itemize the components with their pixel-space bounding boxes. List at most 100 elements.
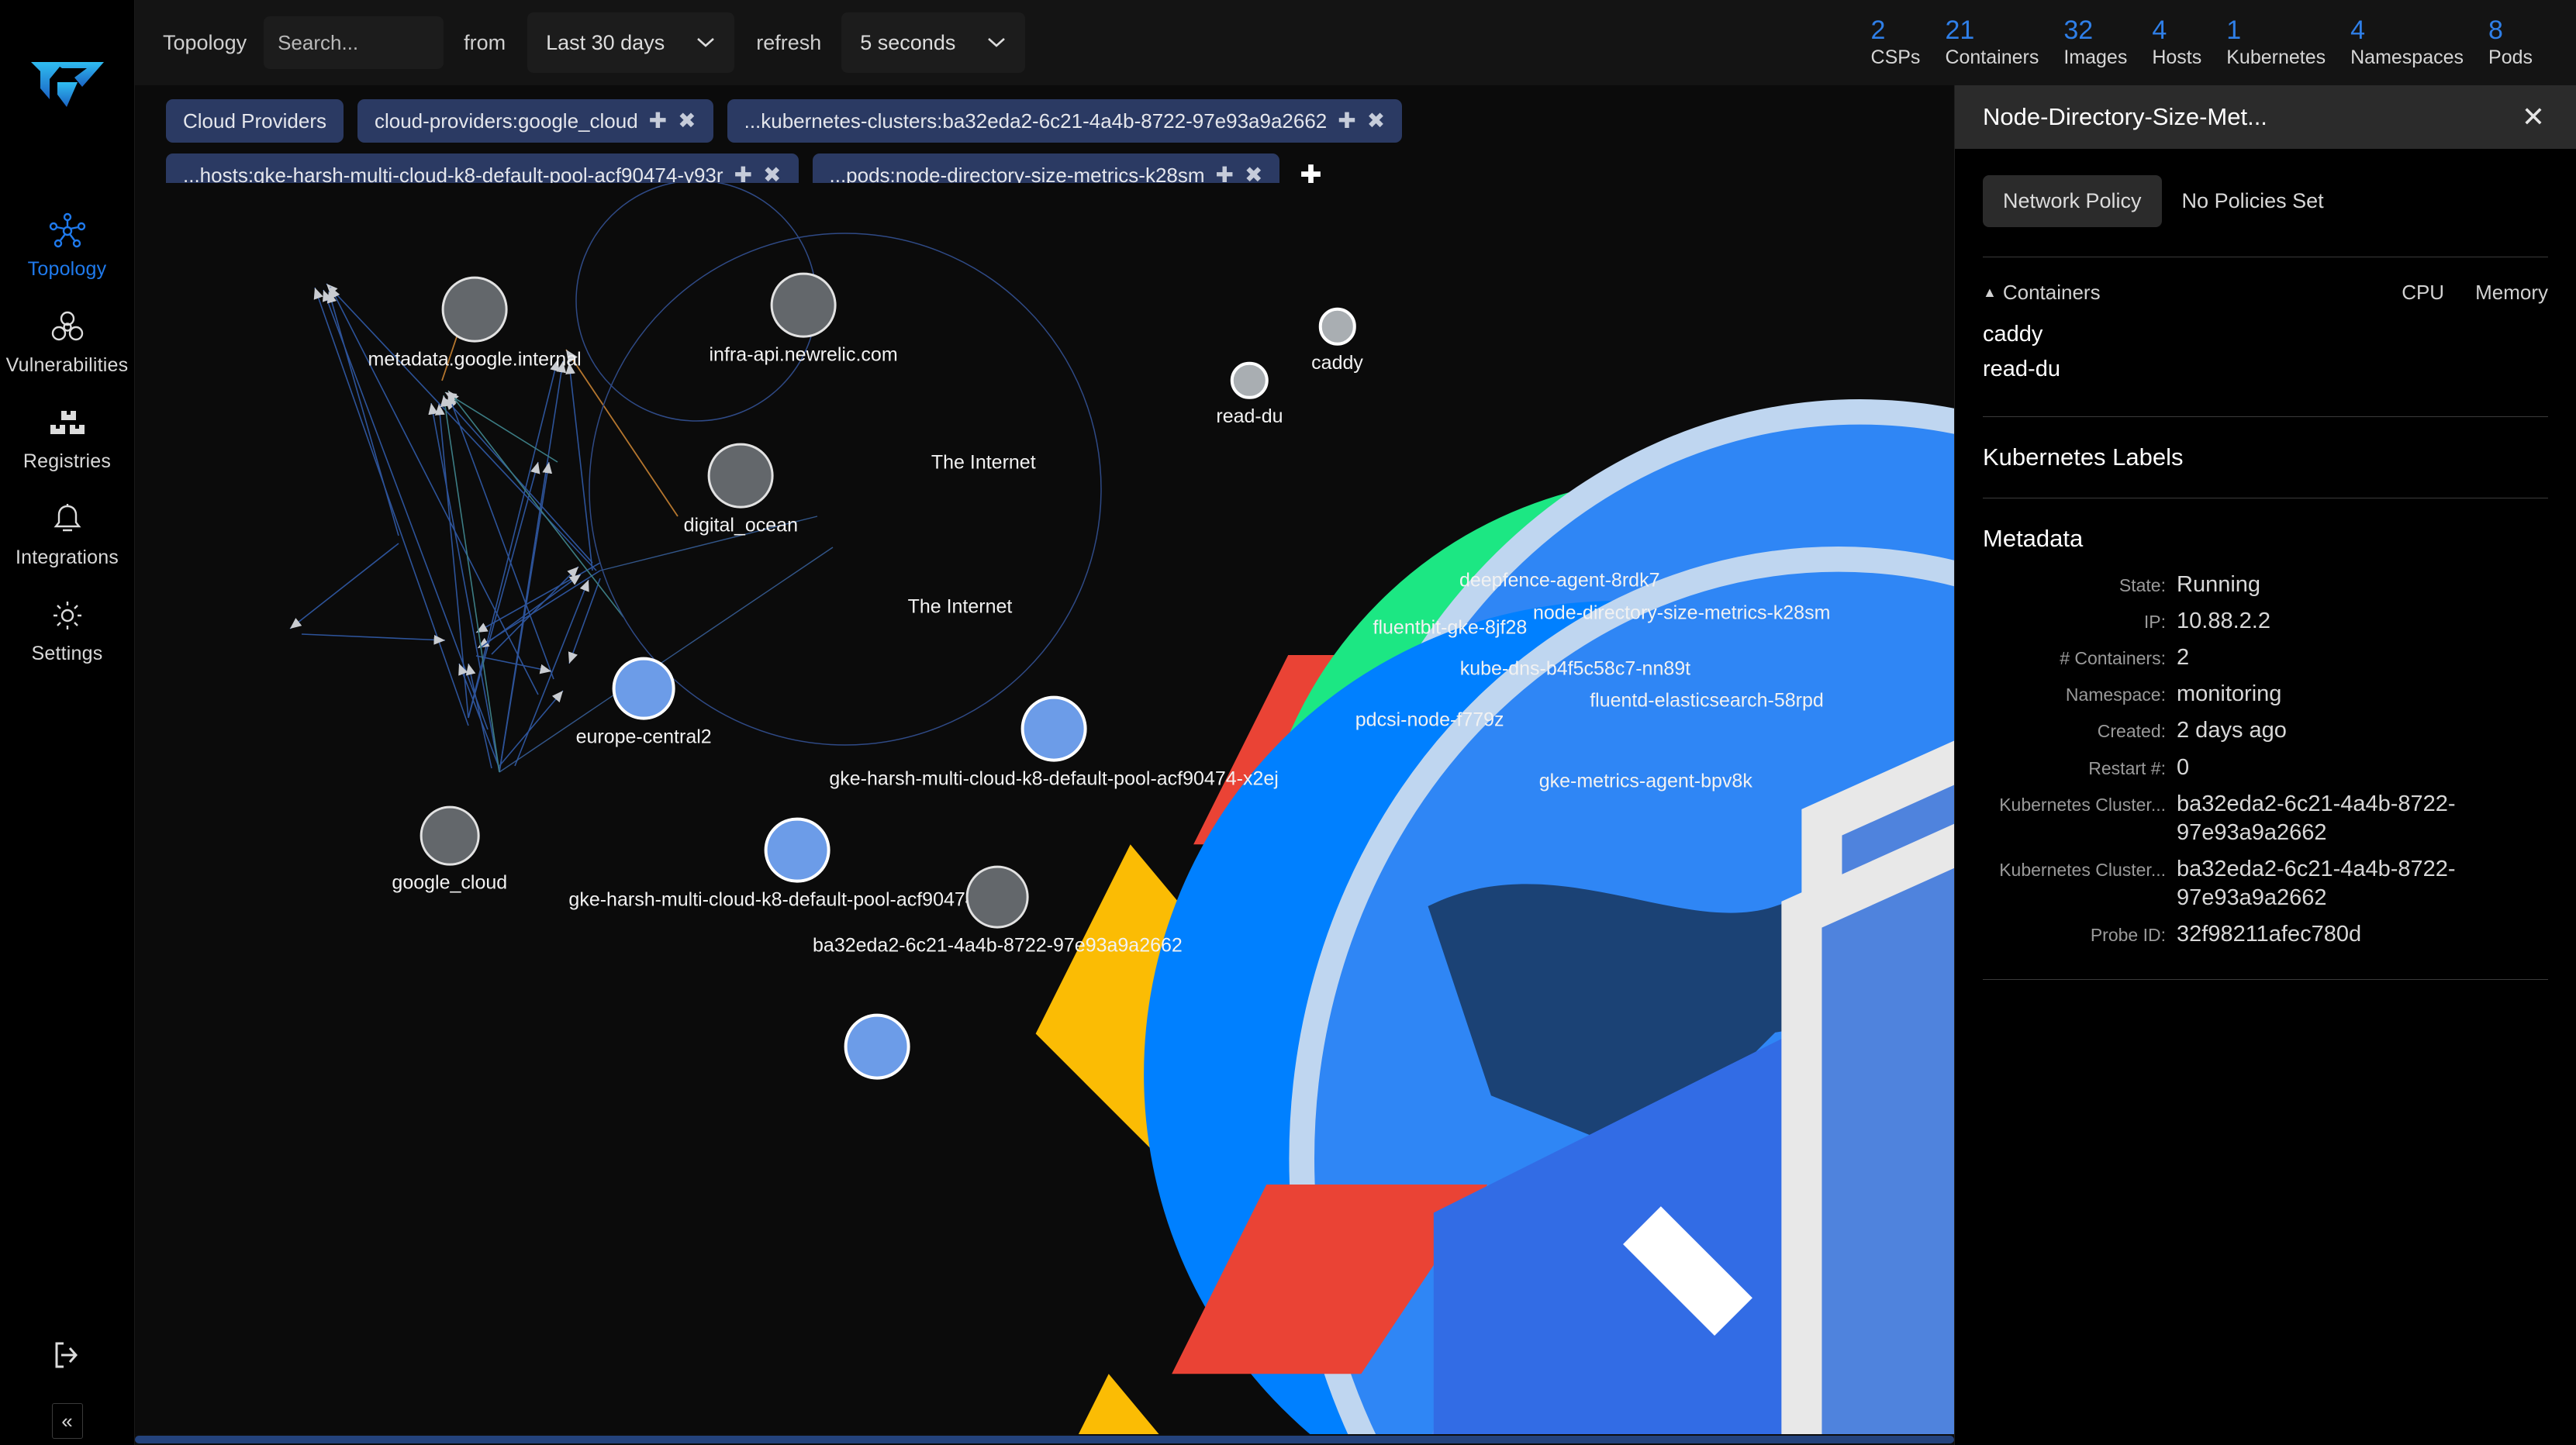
metadata-key: Kubernetes Cluster... (1983, 860, 2177, 881)
graph-node-internet-2[interactable]: The Internet (929, 527, 992, 590)
filter-chip[interactable]: ...kubernetes-clusters:ba32eda2-6c21-4a4… (727, 99, 1403, 143)
topology-graph[interactable]: metadata.google.internal NewRelic.infra-a… (135, 183, 1954, 1439)
node-circle (844, 1013, 910, 1079)
panel-tabs: Network Policy No Policies Set (1983, 175, 2548, 227)
from-label: from (464, 31, 506, 55)
graph-node-pod-gke-metrics[interactable]: podgke-metrics-agent-bpv8k (1613, 698, 1679, 764)
stat-pods[interactable]: 8Pods (2476, 17, 2545, 69)
filter-chip-label: ...kubernetes-clusters:ba32eda2-6c21-4a4… (744, 109, 1328, 133)
filter-chip-bar: Cloud Providers cloud-providers:google_cl… (135, 85, 1954, 197)
globe-icon (929, 527, 992, 590)
stat-label: Kubernetes (2226, 47, 2326, 69)
filter-chip[interactable]: Cloud Providers (166, 99, 344, 143)
metadata-value: monitoring (2177, 680, 2281, 709)
time-range-select[interactable]: Last 30 days (527, 12, 734, 73)
close-icon[interactable]: ✕ (2514, 100, 2553, 134)
tab-network-policy[interactable]: Network Policy (1983, 175, 2162, 227)
remove-filter-icon[interactable]: ✖ (1367, 110, 1385, 132)
graph-node-label: gke-metrics-agent-bpv8k (1539, 771, 1752, 793)
graph-node-label: ba32eda2-6c21-4a4b-8722-97e93a9a2662 (813, 935, 1183, 957)
expand-filter-icon[interactable]: ✚ (649, 110, 667, 132)
sidebar-item-registries[interactable]: Registries (0, 389, 134, 485)
metadata-row: Created:2 days ago (1983, 712, 2548, 749)
graph-node-label: The Internet (908, 596, 1013, 619)
graph-node-label: google_cloud (392, 871, 507, 894)
globe-icon (951, 380, 1017, 446)
graph-node-europe-central2[interactable]: europe-central2 (613, 657, 675, 720)
refresh-interval-select[interactable]: 5 seconds (841, 12, 1025, 73)
metadata-list: State:RunningIP:10.88.2.2# Containers:2N… (1983, 553, 2548, 953)
gear-icon (47, 595, 88, 636)
container-list-item[interactable]: caddy (1983, 317, 2548, 352)
graph-node-label: gke-harsh-multi-cloud-k8-default-pool-ac… (568, 889, 1025, 912)
filter-chip[interactable]: cloud-providers:google_cloud ✚ ✖ (357, 99, 713, 143)
expand-filter-icon[interactable]: ✚ (1338, 110, 1355, 132)
metadata-value: Running (2177, 571, 2260, 599)
stat-kubernetes[interactable]: 1 Kubernetes (2214, 17, 2338, 69)
bell-icon (47, 499, 88, 540)
remove-filter-icon[interactable]: ✖ (678, 110, 696, 132)
graph-node-caddy[interactable]: caddy (1318, 308, 1355, 345)
metadata-row: Probe ID:32f98211afec780d (1983, 916, 2548, 953)
metadata-row: Namespace:monitoring (1983, 676, 2548, 712)
stat-containers[interactable]: 21Containers (1932, 17, 2051, 69)
graph-node-k8s-cluster[interactable]: ba32eda2-6c21-4a4b-8722-97e93a9a2662 (966, 866, 1029, 929)
logout-icon[interactable] (50, 1337, 85, 1373)
google-cloud-icon (420, 805, 479, 865)
metadata-key: Created: (1983, 721, 2177, 742)
digitalocean-icon (708, 443, 774, 509)
metadata-value: 10.88.2.2 (2177, 607, 2270, 636)
graph-node-infra-api-newrelic[interactable]: NewRelic.infra-api.newrelic.com (771, 272, 837, 338)
chevron-down-icon (665, 33, 716, 53)
metadata-row: State:Running (1983, 567, 2548, 603)
graph-node-label: gke-harsh-multi-cloud-k8-default-pool-ac… (829, 768, 1278, 791)
tab-no-policies-set[interactable]: No Policies Set (2162, 175, 2344, 227)
graph-node-metadata-google-internal[interactable]: metadata.google.internal (442, 277, 508, 343)
metadata-value: 32f98211afec780d (2177, 920, 2361, 949)
caret-up-icon: ▲ (1983, 285, 1997, 301)
graph-node-pod-pdcsi[interactable]: podpdcsi-node-f779z (1397, 636, 1462, 702)
column-header-memory: Memory (2475, 281, 2548, 305)
stat-hosts[interactable]: 4Hosts (2139, 17, 2214, 69)
sidebar-item-integrations[interactable]: Integrations (0, 485, 134, 581)
graph-node-read-du[interactable]: read-du (1231, 361, 1268, 398)
deepfence-logo (26, 56, 109, 113)
graph-node-digital-ocean[interactable]: digital_ocean (708, 443, 774, 509)
panel-title: Node-Directory-Size-Met... (1983, 103, 2514, 131)
sidebar-item-label: Integrations (16, 547, 119, 569)
containers-section-header[interactable]: ▲ Containers CPU Memory (1983, 257, 2548, 309)
sidebar-item-vulnerabilities[interactable]: Vulnerabilities (0, 293, 134, 389)
metadata-row: Restart #:0 (1983, 750, 2548, 786)
scrollbar-thumb[interactable] (135, 1436, 1954, 1443)
stat-label: CSPs (1871, 47, 1921, 69)
filter-chip-label: cloud-providers:google_cloud (375, 109, 638, 133)
node-circle (1021, 696, 1087, 762)
metadata-key: Namespace: (1983, 685, 2177, 705)
sidebar: Topology Vulnerabilities Registries (0, 0, 135, 1445)
horizontal-scrollbar[interactable] (135, 1434, 1954, 1445)
search-input[interactable] (264, 16, 444, 69)
stat-namespaces[interactable]: 4Namespaces (2338, 17, 2476, 69)
container-list-item[interactable]: read-du (1983, 352, 2548, 387)
sidebar-item-settings[interactable]: Settings (0, 581, 134, 678)
stat-csps[interactable]: 2CSPs (1859, 17, 1933, 69)
graph-node-host-bottom[interactable] (844, 1013, 910, 1079)
sidebar-item-label: Topology (28, 258, 107, 281)
sidebar-item-topology[interactable]: Topology (0, 197, 134, 293)
graph-node-host-rm8k[interactable]: gke-harsh-multi-cloud-k8-default-pool-ac… (765, 817, 830, 883)
divider (1983, 979, 2548, 980)
refresh-label: refresh (756, 31, 821, 55)
graph-node-google-cloud[interactable]: google_cloud (420, 805, 479, 865)
node-circle (1231, 361, 1268, 398)
node-circle (765, 817, 830, 883)
stat-value: 4 (2350, 17, 2365, 43)
graph-node-internet-1[interactable]: The Internet (951, 380, 1017, 446)
graph-node-host-x2ej[interactable]: gke-harsh-multi-cloud-k8-default-pool-ac… (1021, 696, 1087, 762)
metadata-key: Probe ID: (1983, 925, 2177, 946)
collapse-sidebar-button[interactable]: « (52, 1403, 83, 1439)
stat-value: 1 (2226, 17, 2241, 43)
metadata-key: IP: (1983, 612, 2177, 633)
graph-node-pod-fluentbit[interactable]: podfluentbit-gke-8jf28 (1417, 545, 1483, 611)
stat-images[interactable]: 32Images (2051, 17, 2139, 69)
sidebar-nav: Topology Vulnerabilities Registries (0, 197, 134, 678)
